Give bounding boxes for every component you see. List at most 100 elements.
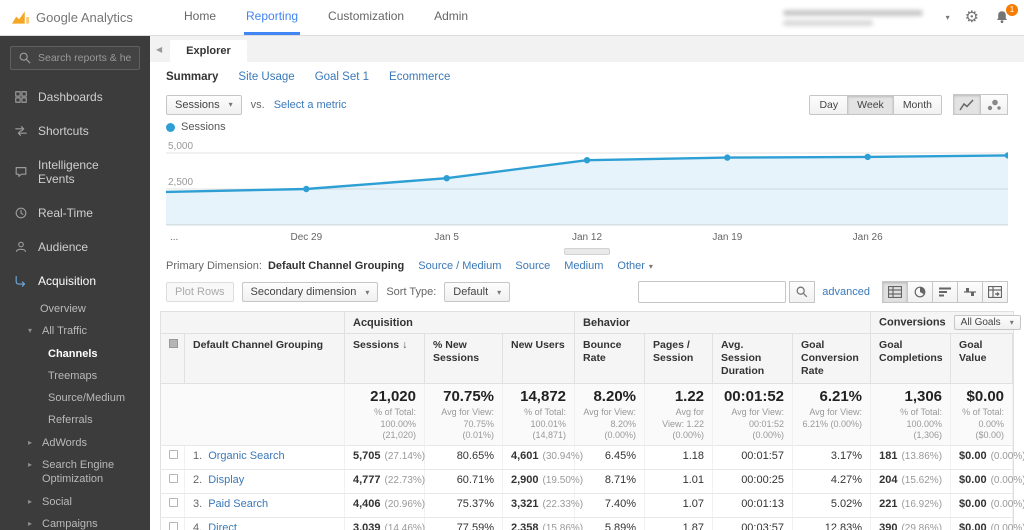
channels-table: Acquisition Behavior Conversions All Goals ▾… bbox=[160, 311, 1024, 530]
sessions-legend-dot bbox=[166, 122, 175, 132]
sidebar-search[interactable] bbox=[10, 46, 140, 70]
advanced-search-link[interactable]: advanced bbox=[822, 286, 870, 298]
percentage-view-button[interactable] bbox=[907, 281, 933, 303]
real-time-icon bbox=[15, 207, 27, 219]
motion-chart-view-button[interactable] bbox=[980, 94, 1008, 115]
channel-link-organic-search[interactable]: Organic Search bbox=[208, 450, 284, 462]
column-header-new-users[interactable]: New Users bbox=[501, 332, 576, 385]
column-header-goal-conversion-rate[interactable]: Goal Conversion Rate bbox=[792, 332, 872, 385]
gear-icon[interactable]: ⚙ bbox=[965, 9, 979, 26]
row-checkbox[interactable] bbox=[169, 522, 178, 530]
dimension-source-medium[interactable]: Source / Medium bbox=[418, 260, 501, 272]
select-all-checkbox[interactable] bbox=[169, 339, 178, 348]
column-header-new-sessions[interactable]: % New Sessions bbox=[424, 332, 503, 385]
chart-x-axis: ... Dec 29 Jan 5 Jan 12 Jan 19 Jan 26 bbox=[166, 232, 1008, 246]
column-header-pages-session[interactable]: Pages / Session bbox=[644, 332, 714, 385]
dimension-source[interactable]: Source bbox=[515, 260, 550, 272]
column-header-goal-value[interactable]: Goal Value bbox=[950, 332, 1014, 385]
chart-controls: Day Week Month bbox=[809, 94, 1008, 115]
subtab-ecommerce[interactable]: Ecommerce bbox=[389, 71, 450, 83]
metric-cell: 204 (15.62%) bbox=[870, 469, 952, 495]
sidebar-item-real-time[interactable]: Real-Time bbox=[0, 196, 150, 230]
row-checkbox[interactable] bbox=[169, 474, 178, 484]
sidebar-item-all-traffic[interactable]: ▾ All Traffic bbox=[0, 320, 150, 342]
metric-value: 204 bbox=[879, 474, 898, 487]
account-selector[interactable]: ▾ bbox=[782, 9, 950, 26]
dimension-other[interactable]: Other ▾ bbox=[617, 260, 653, 272]
pivot-view-button[interactable] bbox=[982, 281, 1008, 303]
dimension-medium[interactable]: Medium bbox=[564, 260, 603, 272]
column-header-avg-session-duration[interactable]: Avg. Session Duration bbox=[712, 332, 794, 385]
subtab-site-usage[interactable]: Site Usage bbox=[238, 71, 294, 83]
summary-value: 00:01:52 bbox=[723, 388, 785, 406]
table-search-input[interactable] bbox=[638, 281, 787, 303]
group-header-spacer bbox=[160, 311, 345, 334]
goals-selector-dropdown[interactable]: All Goals ▾ bbox=[953, 315, 1021, 330]
column-header-bounce-rate[interactable]: Bounce Rate bbox=[574, 332, 646, 385]
column-header-default-channel-grouping[interactable]: Default Channel Grouping bbox=[184, 332, 345, 385]
metric-cell: 7.40% bbox=[574, 493, 646, 519]
chart-resize-handle[interactable] bbox=[564, 248, 610, 255]
sidebar-item-channels[interactable]: Channels bbox=[0, 343, 150, 365]
channel-link-direct[interactable]: Direct bbox=[208, 522, 237, 530]
chevron-down-icon: ▾ bbox=[365, 287, 370, 297]
dimension-default-channel-grouping[interactable]: Default Channel Grouping bbox=[268, 260, 404, 272]
sidebar-item-shortcuts[interactable]: Shortcuts bbox=[0, 114, 150, 148]
select-metric-link[interactable]: Select a metric bbox=[274, 99, 347, 111]
sidebar: Dashboards Shortcuts Intelligence Events Re… bbox=[0, 36, 150, 530]
sidebar-item-search-engine-optimization[interactable]: ▸ Search Engine Optimization bbox=[0, 454, 150, 491]
metric-percent: (13.86%) bbox=[901, 451, 943, 463]
sidebar-item-campaigns[interactable]: ▸ Campaigns bbox=[0, 513, 150, 530]
summary-subtext: Avg for View: 1.22 (0.00%) bbox=[662, 407, 705, 440]
column-label: Goal Conversion Rate bbox=[801, 339, 859, 378]
secondary-dimension-dropdown[interactable]: Secondary dimension ▾ bbox=[241, 282, 379, 302]
column-header-goal-completions[interactable]: Goal Completions bbox=[870, 332, 952, 385]
row-checkbox[interactable] bbox=[169, 498, 178, 508]
granularity-month[interactable]: Month bbox=[892, 94, 942, 115]
collapse-sidebar-button[interactable]: ◀ bbox=[156, 45, 162, 54]
sidebar-item-referrals[interactable]: Referrals bbox=[0, 409, 150, 431]
google-analytics-logo[interactable]: Google Analytics bbox=[12, 0, 150, 35]
data-view-button[interactable] bbox=[882, 281, 908, 303]
sidebar-item-overview[interactable]: Overview bbox=[0, 298, 150, 320]
sidebar-item-social[interactable]: ▸ Social bbox=[0, 491, 150, 513]
column-header-sessions[interactable]: Sessions ↓ bbox=[344, 332, 425, 385]
motion-chart-icon bbox=[987, 99, 1001, 110]
nav-reporting[interactable]: Reporting bbox=[244, 0, 301, 35]
nav-home[interactable]: Home bbox=[182, 0, 218, 35]
row-checkbox[interactable] bbox=[169, 450, 178, 460]
metric-value: 1.18 bbox=[682, 450, 705, 463]
sidebar-item-label: Channels bbox=[48, 347, 98, 360]
metric-cell: 2,358 (15.86%) bbox=[502, 517, 583, 530]
sidebar-item-source-medium[interactable]: Source/Medium bbox=[0, 387, 150, 409]
sidebar-item-treemaps[interactable]: Treemaps bbox=[0, 365, 150, 387]
sessions-chart[interactable]: 2,500 5,000 bbox=[166, 139, 1008, 231]
sidebar-item-audience[interactable]: Audience bbox=[0, 230, 150, 264]
subtab-summary[interactable]: Summary bbox=[166, 71, 218, 83]
channel-link-display[interactable]: Display bbox=[208, 474, 244, 486]
metric-dropdown[interactable]: Sessions ▾ bbox=[166, 94, 242, 115]
sort-type-dropdown[interactable]: Default ▾ bbox=[444, 282, 511, 302]
granularity-day[interactable]: Day bbox=[809, 94, 849, 115]
subtab-goal-set-1[interactable]: Goal Set 1 bbox=[315, 71, 369, 83]
sidebar-item-acquisition[interactable]: Acquisition bbox=[0, 264, 150, 298]
notifications-button[interactable]: 1 bbox=[994, 3, 1018, 27]
sidebar-item-adwords[interactable]: ▸ AdWords bbox=[0, 432, 150, 454]
table-search-button[interactable] bbox=[789, 281, 816, 303]
nav-customization[interactable]: Customization bbox=[326, 0, 406, 35]
comparison-view-button[interactable] bbox=[957, 281, 983, 303]
line-chart-view-button[interactable] bbox=[953, 94, 981, 115]
plot-rows-button[interactable]: Plot Rows bbox=[166, 282, 234, 302]
summary-value: $0.00 bbox=[966, 388, 1005, 406]
expand-icon: ▸ bbox=[28, 518, 33, 528]
bar-chart-icon bbox=[939, 287, 951, 297]
granularity-week[interactable]: Week bbox=[847, 94, 894, 115]
channel-link-paid-search[interactable]: Paid Search bbox=[208, 498, 268, 510]
performance-view-button[interactable] bbox=[932, 281, 958, 303]
summary-cell: 21,020% of Total: 100.00% (21,020) bbox=[344, 383, 425, 447]
sidebar-item-dashboards[interactable]: Dashboards bbox=[0, 80, 150, 114]
search-input[interactable] bbox=[38, 52, 132, 64]
nav-admin[interactable]: Admin bbox=[432, 0, 470, 35]
sidebar-item-intelligence-events[interactable]: Intelligence Events bbox=[0, 148, 150, 196]
tab-explorer[interactable]: Explorer bbox=[170, 40, 247, 62]
